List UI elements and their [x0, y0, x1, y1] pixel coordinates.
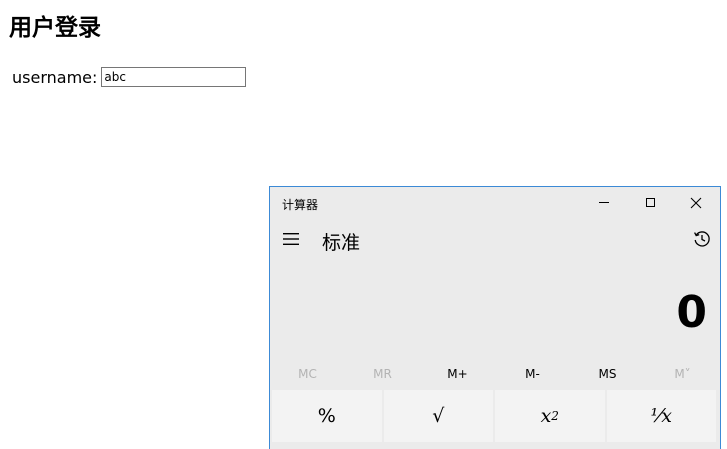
calculator-header: 标准 [270, 220, 720, 260]
calculator-keypad: % √ x2 ¹⁄x [272, 390, 716, 442]
memory-list-button[interactable]: M˅ [645, 361, 720, 387]
minimize-button[interactable] [581, 187, 627, 218]
username-label: username: [12, 67, 98, 87]
square-button-base: x [540, 405, 552, 427]
percent-button[interactable]: % [272, 390, 382, 442]
memory-recall-button[interactable]: MR [345, 361, 420, 387]
calculator-mode-title: 标准 [322, 232, 361, 254]
memory-add-button[interactable]: M+ [420, 361, 495, 387]
hamburger-menu-icon [283, 233, 299, 245]
close-button[interactable] [673, 187, 719, 218]
page-title: 用户登录 [9, 15, 101, 41]
username-input[interactable] [101, 67, 247, 87]
calculator-display: 0 [676, 287, 707, 338]
square-button-exponent: 2 [551, 409, 559, 423]
square-button[interactable]: x2 [495, 390, 605, 442]
calculator-window-title: 计算器 [282, 198, 319, 212]
calculator-window: 计算器 标准 0 MC MR M+ M- MS M˅ % √ x 2 ¹⁄x [269, 186, 721, 449]
history-button[interactable] [688, 225, 716, 253]
minimize-icon [599, 202, 609, 203]
memory-subtract-button[interactable]: M- [495, 361, 570, 387]
memory-store-button[interactable]: MS [570, 361, 645, 387]
username-row: username: [12, 66, 247, 88]
memory-buttons-row: MC MR M+ M- MS M˅ [270, 361, 720, 387]
maximize-button[interactable] [627, 187, 673, 218]
square-root-button[interactable]: √ [383, 390, 493, 442]
memory-clear-button[interactable]: MC [270, 361, 345, 387]
close-icon [690, 197, 702, 208]
navigation-menu-button[interactable] [278, 224, 304, 254]
reciprocal-button[interactable]: ¹⁄x [606, 390, 716, 442]
maximize-icon [645, 198, 655, 207]
history-icon [694, 231, 710, 247]
calculator-titlebar[interactable]: 计算器 [270, 187, 720, 218]
